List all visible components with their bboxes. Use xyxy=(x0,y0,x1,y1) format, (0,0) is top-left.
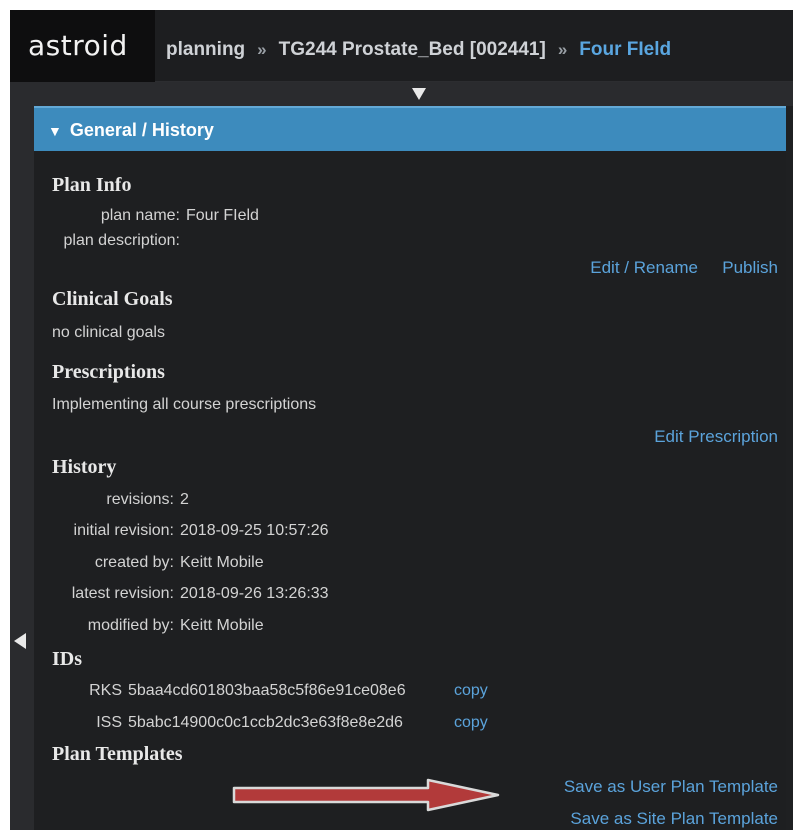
breadcrumb-current-plan[interactable]: Four FIeld xyxy=(579,39,671,60)
collapse-triangle-icon[interactable]: ▼ xyxy=(48,123,62,139)
expand-left-icon[interactable] xyxy=(14,633,26,649)
general-history-panel: ▼ General / History Plan Info plan name: … xyxy=(34,106,786,830)
modified-by-value: Keitt Mobile xyxy=(180,617,264,634)
save-user-plan-template-link[interactable]: Save as User Plan Template xyxy=(564,777,778,797)
left-rail xyxy=(10,106,34,830)
breadcrumb-separator: » xyxy=(557,40,568,59)
latest-revision-label: latest revision: xyxy=(71,585,174,602)
top-bar: astroid planning » TG244 Prostate_Bed [002… xyxy=(10,10,793,82)
breadcrumb-separator: » xyxy=(257,40,267,59)
breadcrumb-plan-set[interactable]: TG244 Prostate_Bed [002441] xyxy=(279,39,546,60)
history-heading: History xyxy=(52,456,117,478)
plan-templates-heading: Plan Templates xyxy=(52,743,183,765)
clinical-goals-heading: Clinical Goals xyxy=(52,288,173,310)
initial-revision-value: 2018-09-25 10:57:26 xyxy=(180,522,329,539)
collapse-down-icon[interactable] xyxy=(412,88,426,100)
modified-by-label: modified by: xyxy=(87,617,174,634)
collapse-toolbar-toggle[interactable] xyxy=(10,82,793,106)
right-gutter xyxy=(785,106,793,830)
created-by-value: Keitt Mobile xyxy=(180,554,264,571)
breadcrumb: planning » TG244 Prostate_Bed [002441] » Fou… xyxy=(166,10,671,82)
latest-revision-value: 2018-09-26 13:26:33 xyxy=(180,585,329,602)
save-site-plan-template-link[interactable]: Save as Site Plan Template xyxy=(570,809,778,829)
app-logo: astroid xyxy=(10,10,155,82)
annotation-arrow-icon xyxy=(232,778,500,812)
initial-revision-label: initial revision: xyxy=(73,522,174,539)
plan-info-heading: Plan Info xyxy=(52,174,132,196)
revisions-label: revisions: xyxy=(106,491,174,508)
revisions-value: 2 xyxy=(180,491,189,508)
breadcrumb-planning[interactable]: planning xyxy=(166,39,245,60)
plan-name-value: Four FIeld xyxy=(186,207,259,224)
iss-value: 5babc14900c0c1ccb2dc3e63f8e8e2d6 xyxy=(128,714,403,731)
edit-prescription-link[interactable]: Edit Prescription xyxy=(654,427,778,447)
created-by-label: created by: xyxy=(94,554,174,571)
publish-link[interactable]: Publish xyxy=(722,258,778,278)
copy-iss-link[interactable]: copy xyxy=(454,714,488,732)
panel-header[interactable]: ▼ General / History xyxy=(34,106,786,151)
rks-label: RKS xyxy=(89,682,122,699)
app-window: astroid planning » TG244 Prostate_Bed [002… xyxy=(10,10,793,830)
rks-value: 5baa4cd601803baa58c5f86e91ce08e6 xyxy=(128,682,406,699)
clinical-goals-text: no clinical goals xyxy=(52,324,165,341)
ids-heading: IDs xyxy=(52,648,83,670)
plan-name-label: plan name: xyxy=(100,207,180,224)
copy-rks-link[interactable]: copy xyxy=(454,682,488,700)
edit-rename-link[interactable]: Edit / Rename xyxy=(590,258,698,278)
iss-label: ISS xyxy=(96,714,122,731)
plan-description-label: plan description: xyxy=(63,232,180,249)
panel-title: General / History xyxy=(69,120,214,140)
prescriptions-text: Implementing all course prescriptions xyxy=(52,396,317,413)
prescriptions-heading: Prescriptions xyxy=(52,361,165,383)
